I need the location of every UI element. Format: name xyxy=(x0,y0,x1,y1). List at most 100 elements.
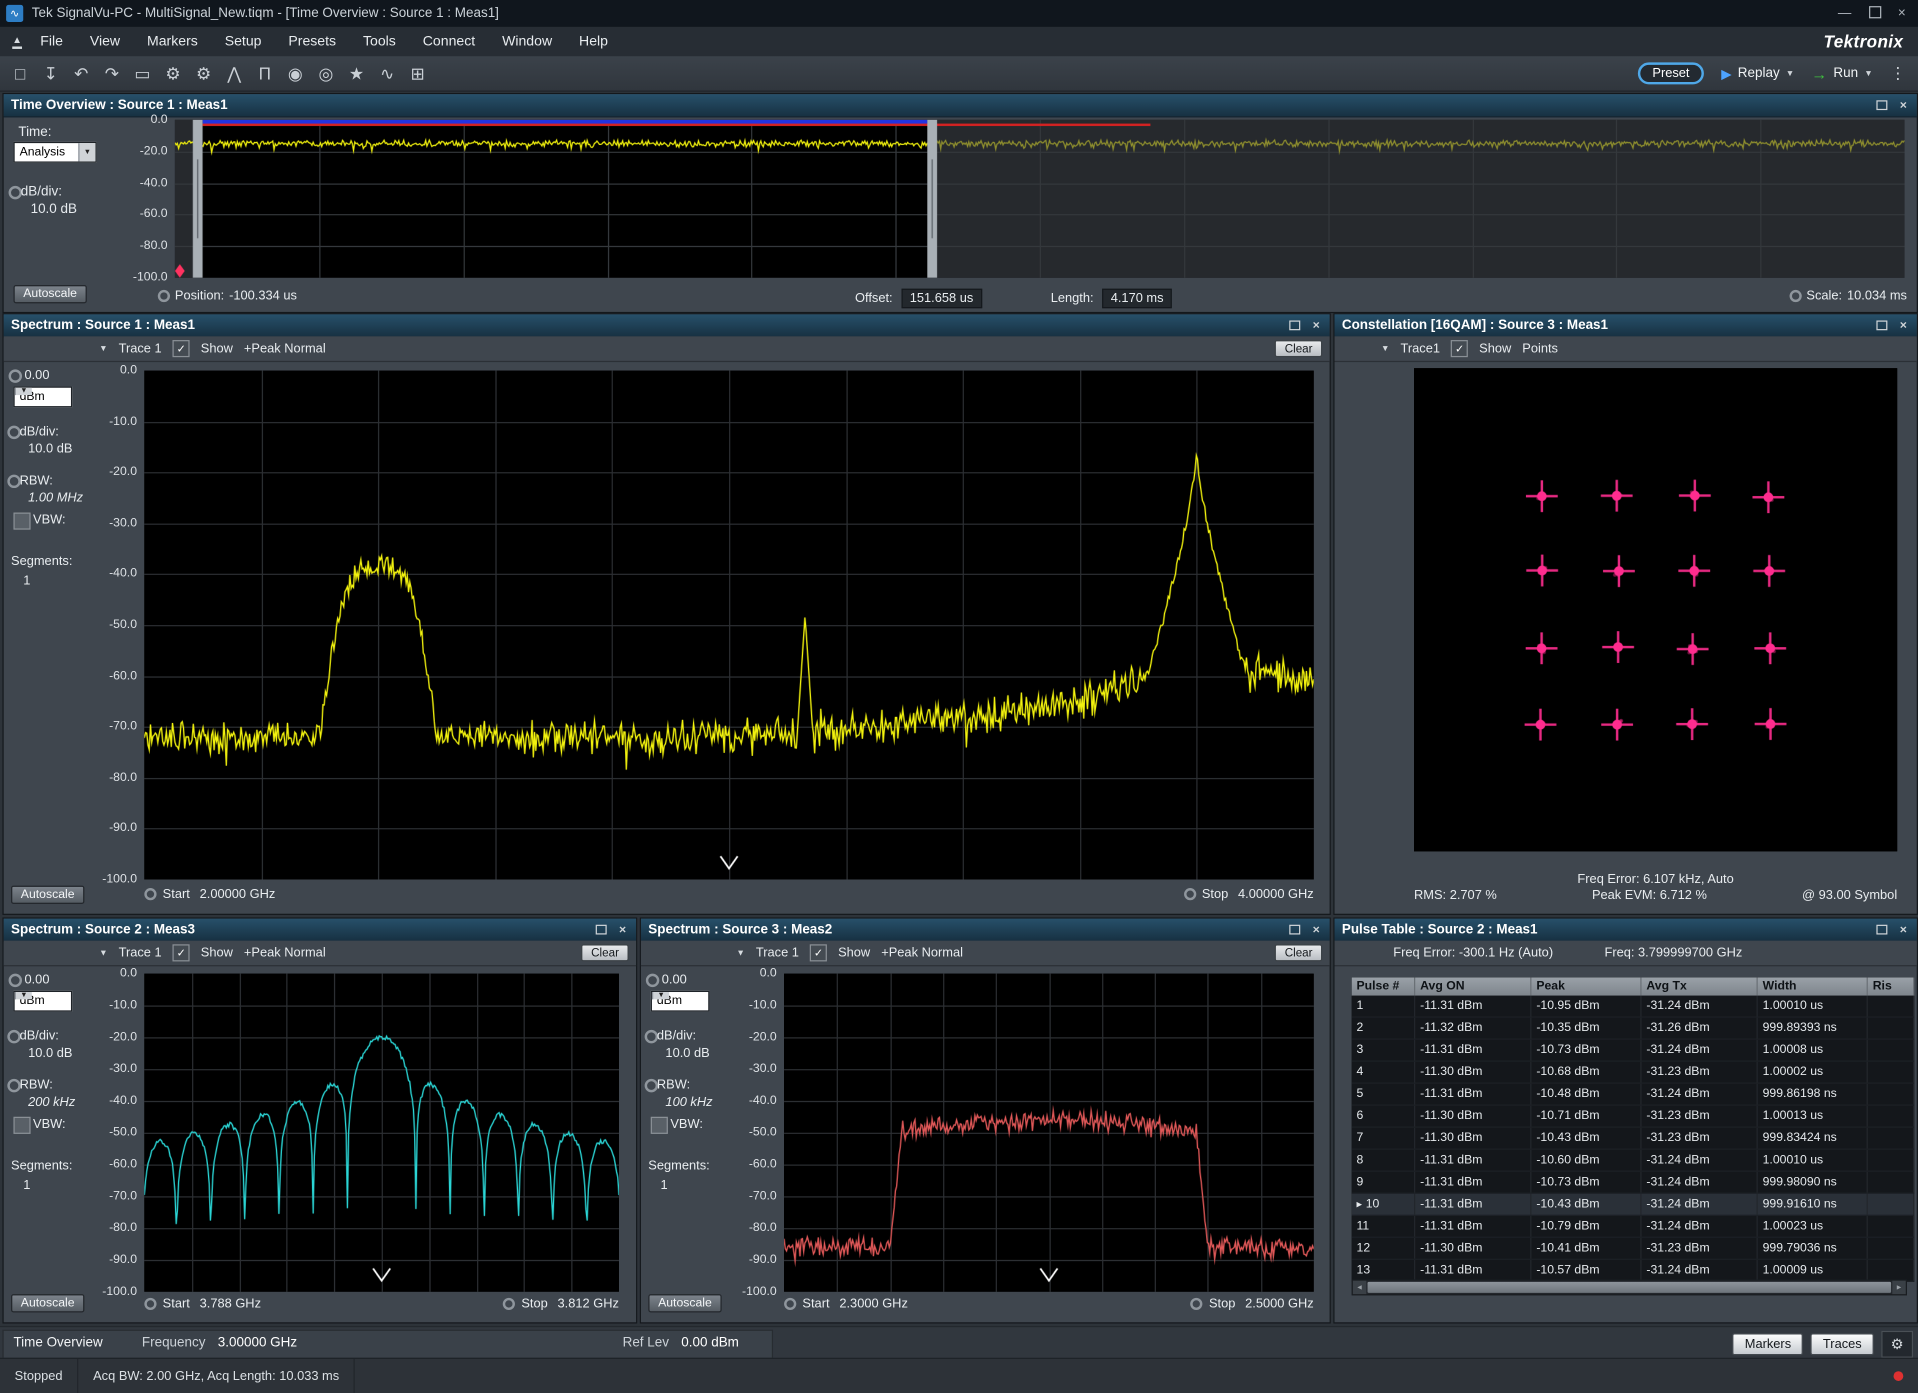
horizontal-scrollbar[interactable]: ◄ ► xyxy=(1352,1279,1907,1295)
clear-button[interactable]: Clear xyxy=(581,944,628,961)
points-label[interactable]: Points xyxy=(1522,341,1558,356)
table-row[interactable]: 5-11.31 dBm-10.48 dBm-31.24 dBm999.86198… xyxy=(1352,1084,1915,1106)
pulse-icon[interactable]: Π xyxy=(250,60,281,87)
show-checkbox[interactable]: ✓ xyxy=(1451,340,1468,357)
table-row[interactable]: ▸10-11.31 dBm-10.43 dBm-31.24 dBm999.916… xyxy=(1352,1194,1915,1216)
stop-value[interactable]: 3.812 GHz xyxy=(558,1297,619,1312)
show-checkbox[interactable]: ✓ xyxy=(173,944,190,961)
eject-icon[interactable]: ▲ xyxy=(12,34,22,49)
autoscale-button[interactable]: Autoscale xyxy=(13,285,86,303)
show-checkbox[interactable]: ✓ xyxy=(810,944,827,961)
offset-value[interactable]: 151.658 us xyxy=(901,289,982,309)
restore-window-button[interactable] xyxy=(1286,317,1303,333)
constellation-header[interactable]: Constellation [16QAM] : Source 3 : Meas1… xyxy=(1335,314,1917,337)
preset-button[interactable]: Preset xyxy=(1638,62,1704,84)
detector-label[interactable]: +Peak Normal xyxy=(244,341,326,356)
scale-value[interactable]: 10.034 ms xyxy=(1847,289,1907,304)
redo-icon[interactable]: ↷ xyxy=(97,60,128,87)
scroll-right-arrow[interactable]: ► xyxy=(1892,1281,1905,1294)
frequency-value[interactable]: 3.00000 GHz xyxy=(218,1336,297,1351)
restore-window-button[interactable] xyxy=(592,922,609,938)
close-window-button[interactable]: × xyxy=(1895,922,1912,938)
markers-button[interactable]: Markers xyxy=(1733,1333,1804,1355)
traces-button[interactable]: Traces xyxy=(1811,1333,1874,1355)
dbdiv-value[interactable]: 10.0 dB xyxy=(31,202,77,217)
menu-view[interactable]: View xyxy=(76,34,133,49)
segments-value[interactable]: 1 xyxy=(661,1178,668,1193)
start-value[interactable]: 3.788 GHz xyxy=(200,1297,261,1312)
vbw-checkbox[interactable] xyxy=(13,513,30,530)
autoscale-button[interactable]: Autoscale xyxy=(11,1294,84,1312)
restore-window-button[interactable] xyxy=(1873,317,1890,333)
show-checkbox[interactable]: ✓ xyxy=(173,340,190,357)
spectrum3-header[interactable]: Spectrum : Source 3 : Meas2 × xyxy=(641,919,1330,942)
length-value[interactable]: 4.170 ms xyxy=(1102,289,1172,309)
menu-connect[interactable]: Connect xyxy=(409,34,488,49)
time-overview-plot[interactable]: 0.0-20.0-40.0-60.0-80.0-100.0 xyxy=(175,120,1905,278)
detector-icon[interactable]: ◎ xyxy=(311,60,342,87)
new-file-icon[interactable]: □ xyxy=(5,60,36,87)
table-row[interactable]: 3-11.31 dBm-10.73 dBm-31.24 dBm1.00008 u… xyxy=(1352,1040,1915,1062)
menu-window[interactable]: Window xyxy=(489,34,566,49)
menu-tools[interactable]: Tools xyxy=(350,34,410,49)
spectrum-plot[interactable]: 0.0-10.0-20.0-30.0-40.0-50.0-60.0-70.0-8… xyxy=(784,974,1314,1292)
spectrum1-header[interactable]: Spectrum : Source 1 : Meas1 × xyxy=(4,314,1330,337)
current-view-label[interactable]: Time Overview xyxy=(13,1336,102,1351)
display-icon[interactable]: ▭ xyxy=(127,60,158,87)
detector-label[interactable]: +Peak Normal xyxy=(881,946,963,961)
rbw-value[interactable]: 100 kHz xyxy=(665,1095,712,1110)
unit-select[interactable]: dBm ▼ xyxy=(13,991,72,1012)
table-row[interactable]: 9-11.31 dBm-10.73 dBm-31.24 dBm999.98090… xyxy=(1352,1172,1915,1194)
close-button[interactable]: × xyxy=(1898,6,1906,21)
menu-presets[interactable]: Presets xyxy=(275,34,350,49)
dbdiv-value[interactable]: 10.0 dB xyxy=(28,1046,72,1061)
segments-value[interactable]: 1 xyxy=(23,574,30,589)
spectrum-plot[interactable]: 0.0-10.0-20.0-30.0-40.0-50.0-60.0-70.0-8… xyxy=(144,974,619,1292)
table-row[interactable]: 2-11.32 dBm-10.35 dBm-31.26 dBm999.89393… xyxy=(1352,1018,1915,1040)
title-bar[interactable]: ∿ Tek SignalVu-PC - MultiSignal_New.tiqm… xyxy=(0,0,1918,27)
trace-selector[interactable]: Trace 1 xyxy=(119,341,162,356)
dbdiv-value[interactable]: 10.0 dB xyxy=(28,442,72,457)
trace-selector[interactable]: Trace1 xyxy=(1400,341,1440,356)
clear-button[interactable]: Clear xyxy=(1275,340,1322,357)
restore-window-button[interactable] xyxy=(1873,922,1890,938)
overflow-menu-icon[interactable]: ⋮ xyxy=(1890,64,1906,84)
unit-select[interactable]: dBm ▼ xyxy=(651,991,710,1012)
spectrum-plot[interactable]: 0.0-10.0-20.0-30.0-40.0-50.0-60.0-70.0-8… xyxy=(144,371,1313,880)
column-header[interactable]: Avg Tx xyxy=(1642,977,1758,995)
maximize-button[interactable] xyxy=(1869,6,1881,22)
run-button[interactable]: → Run ▼ xyxy=(1811,64,1872,82)
segments-value[interactable]: 1 xyxy=(23,1178,30,1193)
ref-level-value[interactable]: 0.00 xyxy=(662,972,687,987)
replay-button[interactable]: ▶ Replay ▼ xyxy=(1721,65,1794,81)
ref-level-value[interactable]: 0.00 xyxy=(24,972,49,987)
stop-value[interactable]: 2.5000 GHz xyxy=(1245,1297,1314,1312)
time-mode-select[interactable]: Analysis ▼ xyxy=(13,142,96,163)
spectrum2-header[interactable]: Spectrum : Source 2 : Meas3 × xyxy=(4,919,636,942)
rbw-value[interactable]: 200 kHz xyxy=(28,1095,75,1110)
trace-selector[interactable]: Trace 1 xyxy=(756,946,799,961)
autoscale-button[interactable]: Autoscale xyxy=(11,886,84,904)
table-row[interactable]: 4-11.30 dBm-10.68 dBm-31.23 dBm1.00002 u… xyxy=(1352,1062,1915,1084)
stop-value[interactable]: 4.00000 GHz xyxy=(1238,887,1314,902)
detector-label[interactable]: +Peak Normal xyxy=(244,946,326,961)
column-header[interactable]: Peak xyxy=(1531,977,1641,995)
signal-wave-icon[interactable]: ∿ xyxy=(372,60,403,87)
layout-grid-icon[interactable]: ⊞ xyxy=(402,60,433,87)
vbw-checkbox[interactable] xyxy=(13,1117,30,1134)
table-row[interactable]: 1-11.31 dBm-10.95 dBm-31.24 dBm1.00010 u… xyxy=(1352,996,1915,1018)
table-row[interactable]: 11-11.31 dBm-10.79 dBm-31.24 dBm1.00023 … xyxy=(1352,1216,1915,1238)
scrollbar-thumb[interactable] xyxy=(1368,1282,1892,1293)
undo-icon[interactable]: ↶ xyxy=(66,60,97,87)
time-overview-header[interactable]: Time Overview : Source 1 : Meas1 × xyxy=(4,94,1917,117)
menu-markers[interactable]: Markers xyxy=(134,34,212,49)
table-row[interactable]: 6-11.30 dBm-10.71 dBm-31.23 dBm1.00013 u… xyxy=(1352,1106,1915,1128)
settings-gear-button[interactable]: ⚙ xyxy=(1881,1331,1913,1358)
vbw-checkbox[interactable] xyxy=(651,1117,668,1134)
menu-setup[interactable]: Setup xyxy=(211,34,275,49)
acquire-gear-icon[interactable]: ⚙ xyxy=(188,60,219,87)
settings-gear-icon[interactable]: ⚙ xyxy=(158,60,189,87)
menu-file[interactable]: File xyxy=(27,34,77,49)
close-window-button[interactable]: × xyxy=(1895,317,1912,333)
table-row[interactable]: 8-11.31 dBm-10.60 dBm-31.24 dBm1.00010 u… xyxy=(1352,1150,1915,1172)
